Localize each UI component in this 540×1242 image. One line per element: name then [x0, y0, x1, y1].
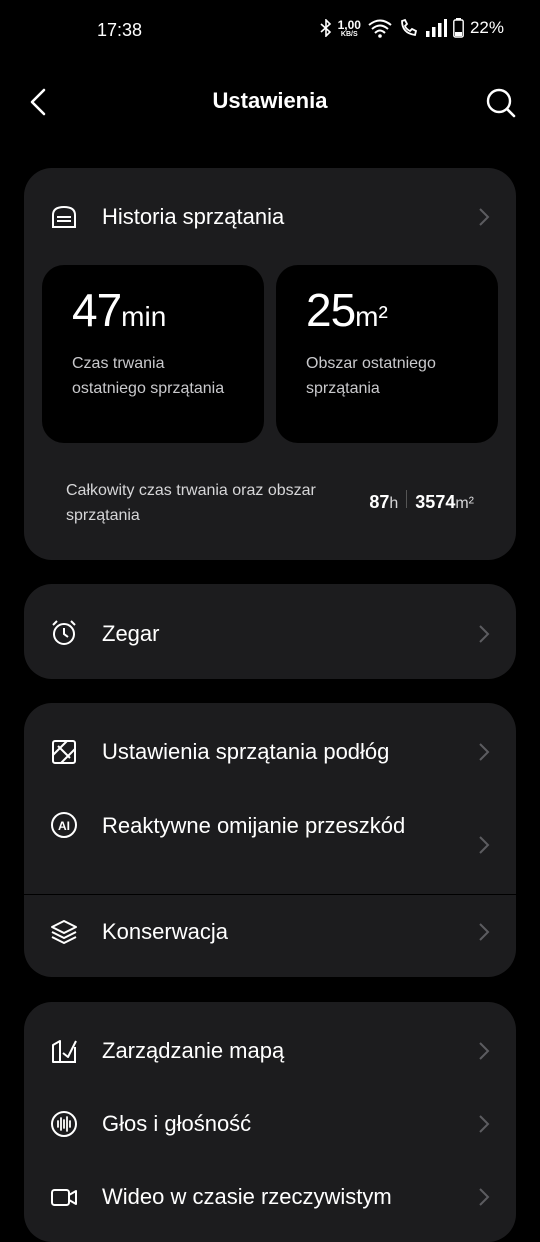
cleaning-card: Ustawienia sprzątania podłóg AI Reaktywn…	[24, 703, 516, 977]
live-video-row[interactable]: Wideo w czasie rzeczywistym	[24, 1180, 516, 1214]
robot-vacuum-icon	[52, 205, 76, 228]
total-separator	[406, 490, 408, 508]
clock-row[interactable]: Zegar	[24, 617, 516, 651]
layers-icon	[51, 920, 77, 944]
signal-icon	[425, 19, 447, 37]
floor-icon	[52, 740, 76, 764]
last-duration-value: 47min	[72, 284, 167, 336]
total-area: 3574	[415, 492, 456, 512]
history-title: Historia sprzątania	[102, 204, 285, 229]
chevron-right-icon	[479, 1188, 490, 1206]
voice-volume-row[interactable]: Głos i głośność	[24, 1107, 516, 1141]
chevron-right-icon	[479, 625, 490, 643]
status-icons: 1,00 KB/S 22%	[320, 18, 504, 38]
battery-icon	[453, 18, 464, 38]
page-title: Ustawienia	[212, 88, 328, 113]
voice-volume-label: Głos i głośność	[102, 1111, 252, 1136]
video-icon	[51, 1189, 77, 1206]
clock-card: Zegar	[24, 584, 516, 679]
bluetooth-icon	[320, 19, 331, 37]
last-area-tile: 25m² Obszar ostatniego sprzątania	[276, 265, 498, 443]
last-area-label: Obszar ostatniego sprzątania	[306, 355, 436, 397]
clock-label: Zegar	[102, 621, 160, 646]
floor-settings-label: Ustawienia sprzątania podłóg	[102, 739, 390, 764]
voice-icon	[51, 1111, 77, 1137]
search-icon[interactable]	[484, 86, 518, 120]
chevron-right-icon	[479, 208, 490, 226]
last-duration-label: Czas trwania ostatniego sprzątania	[72, 355, 225, 397]
map-icon	[52, 1040, 77, 1063]
chevron-right-icon	[479, 743, 490, 761]
wifi-icon	[368, 19, 392, 38]
status-time: 17:38	[97, 20, 143, 40]
history-card: Historia sprzątania 47min Czas trwania o…	[24, 168, 516, 560]
obstacle-avoidance-row[interactable]: AI Reaktywne omijanie przeszkód	[24, 809, 516, 877]
maintenance-label: Konserwacja	[102, 919, 228, 944]
wifi-call-icon	[401, 18, 418, 37]
total-hours: 87	[369, 492, 390, 512]
maintenance-row[interactable]: Konserwacja	[24, 915, 516, 949]
map-card: Zarządzanie mapą Głos i głośność Wideo w…	[24, 1002, 516, 1242]
obstacle-avoidance-label: Reaktywne omijanie przeszkód	[102, 813, 406, 838]
status-bar: 17:38 1,00 KB/S 22%	[0, 0, 540, 60]
total-label: Całkowity czas trwania oraz obszar sprzą…	[66, 482, 316, 524]
last-duration-tile: 47min Czas trwania ostatniego sprzątania	[42, 265, 264, 443]
alarm-clock-icon	[52, 620, 76, 645]
total-values: 87 h 3574 m²	[369, 490, 474, 512]
live-video-label: Wideo w czasie rzeczywistym	[102, 1184, 392, 1209]
divider	[24, 894, 516, 895]
ai-icon: AI	[51, 812, 77, 838]
history-row[interactable]: Historia sprzątania	[24, 200, 516, 234]
chevron-right-icon	[479, 923, 490, 941]
battery-percent: 22%	[469, 18, 504, 37]
chevron-right-icon	[479, 1042, 490, 1060]
map-management-label: Zarządzanie mapą	[102, 1038, 285, 1063]
chevron-right-icon	[479, 1115, 490, 1133]
map-management-row[interactable]: Zarządzanie mapą	[24, 1034, 516, 1068]
floor-settings-row[interactable]: Ustawienia sprzątania podłóg	[24, 735, 516, 769]
svg-text:AI: AI	[58, 819, 70, 833]
network-speed: 1,00 KB/S	[337, 17, 361, 38]
last-area-value: 25m²	[306, 284, 388, 336]
chevron-right-icon	[479, 836, 490, 854]
